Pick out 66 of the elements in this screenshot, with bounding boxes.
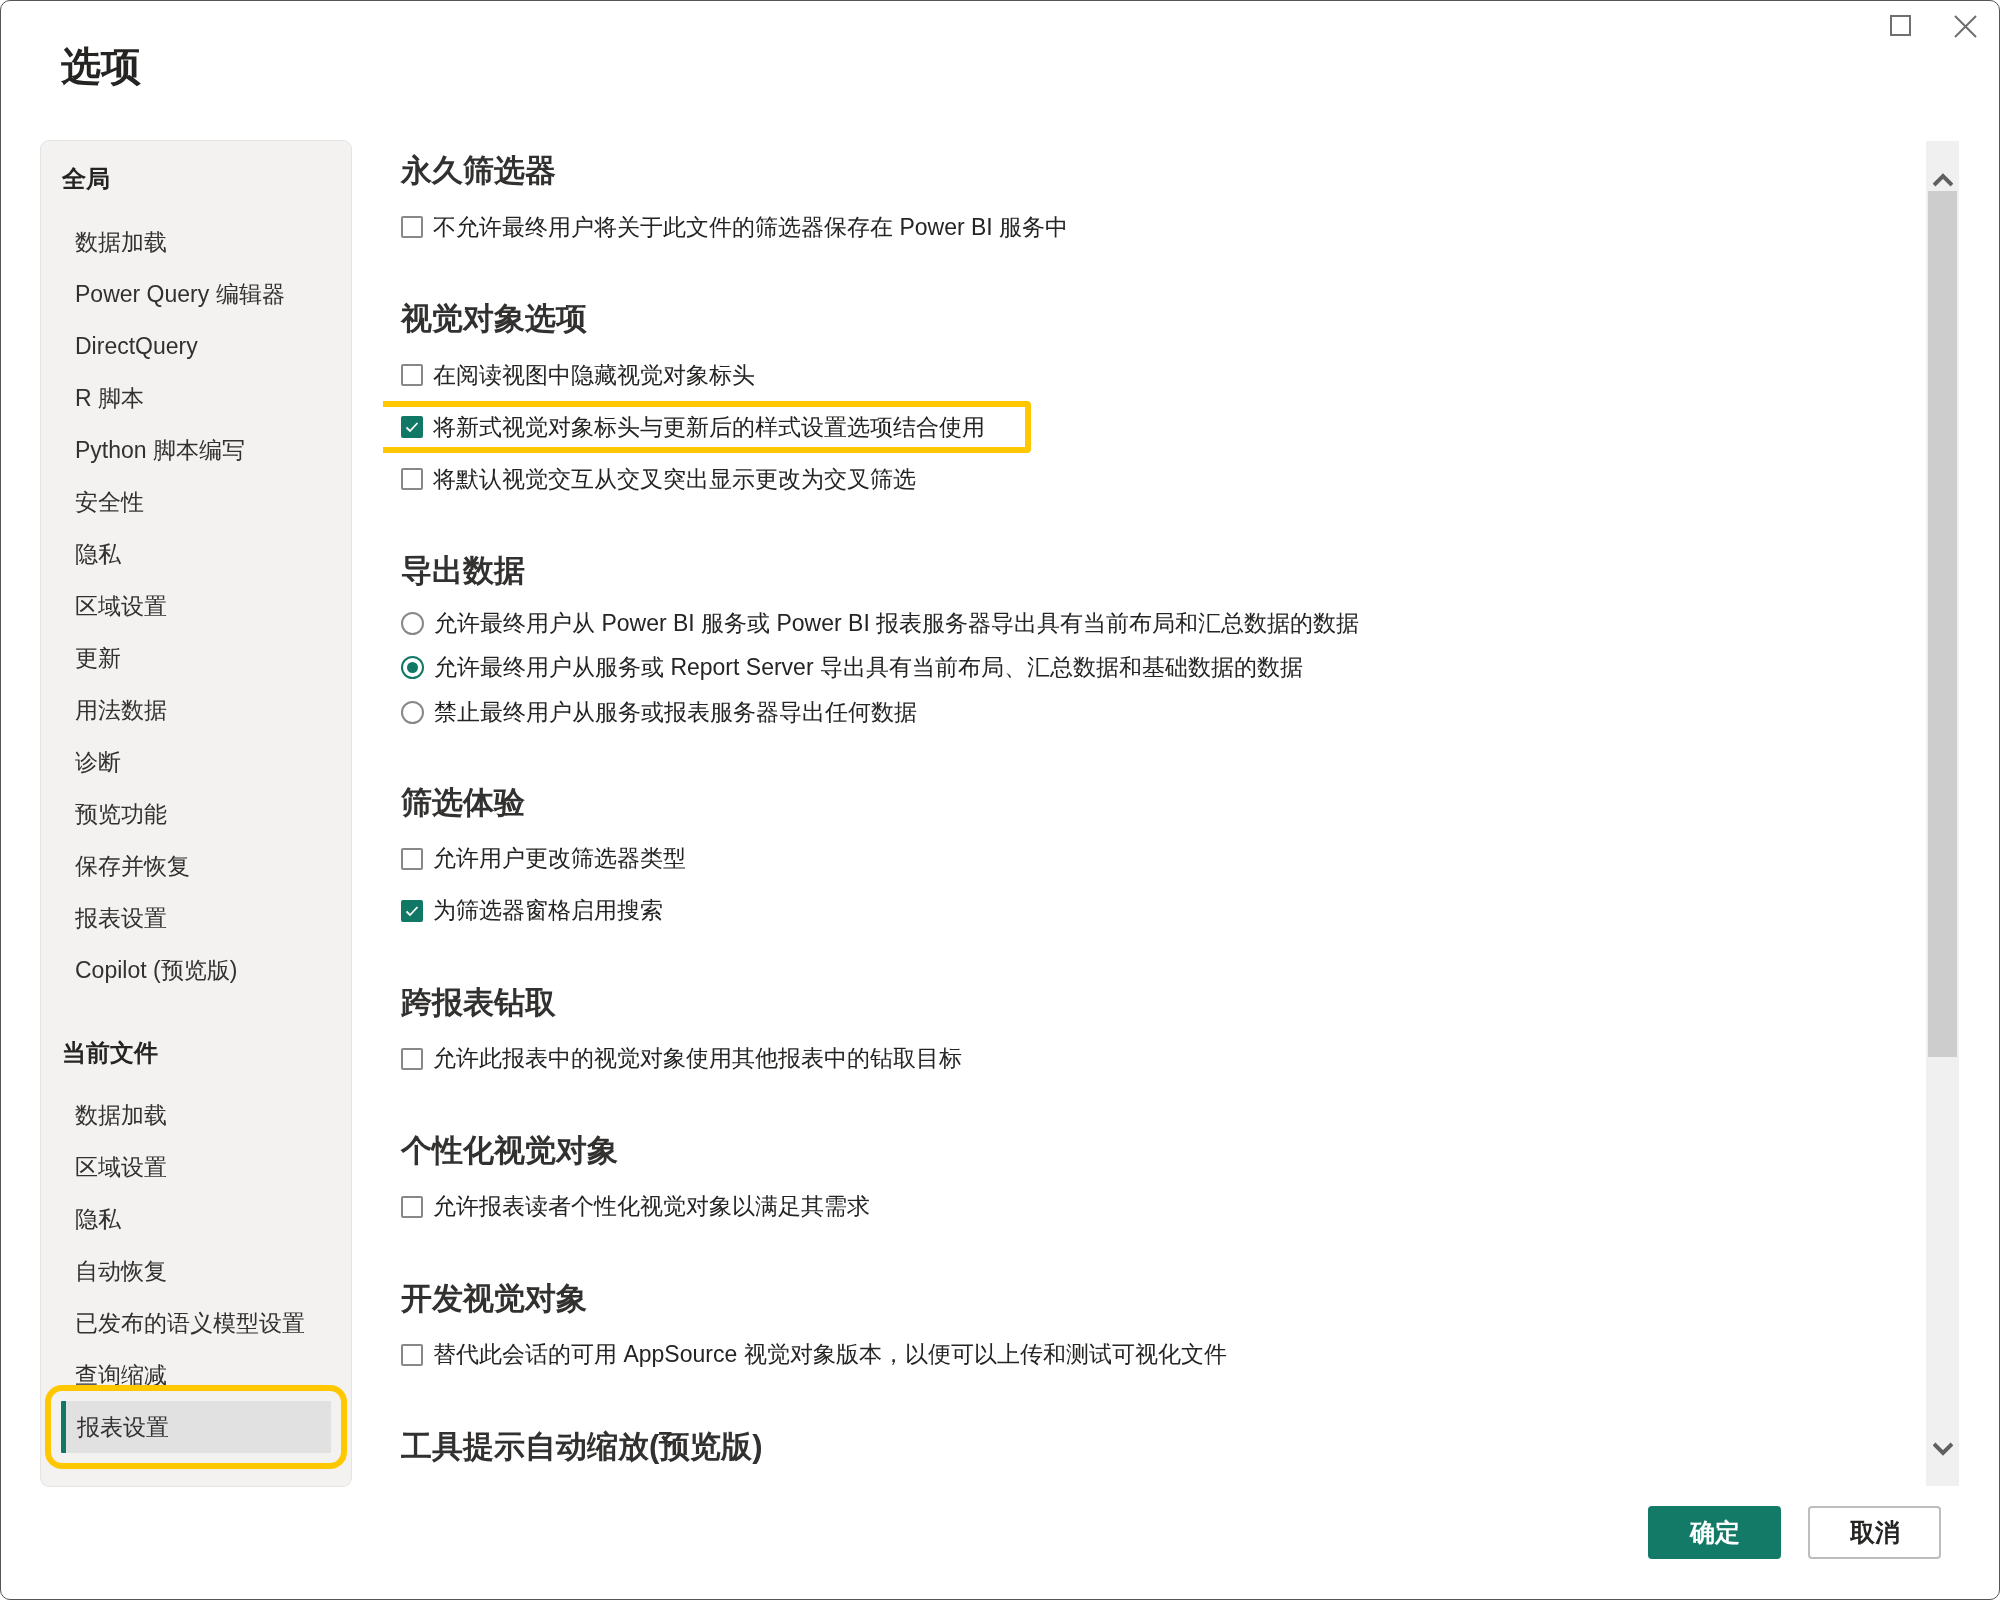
sidebar-item[interactable]: 用法数据 (61, 684, 331, 736)
section-heading: 跨报表钻取 (401, 983, 556, 1022)
sidebar-item[interactable]: 隐私 (61, 528, 331, 580)
sidebar-item[interactable]: DirectQuery (61, 320, 331, 372)
scroll-down-icon[interactable] (1932, 1442, 1953, 1456)
checkbox[interactable] (401, 468, 423, 490)
checkbox[interactable] (401, 216, 423, 238)
cancel-button[interactable]: 取消 (1808, 1506, 1941, 1559)
radio-button[interactable] (401, 656, 424, 680)
ok-button[interactable]: 确定 (1648, 1506, 1781, 1559)
option-label: 允许用户更改筛选器类型 (433, 844, 686, 873)
radio-button[interactable] (401, 611, 424, 635)
sidebar-heading: 全局 (62, 164, 110, 194)
sidebar-heading: 当前文件 (62, 1038, 158, 1068)
section-heading: 工具提示自动缩放(预览版) (401, 1427, 763, 1466)
option-label: 不允许最终用户将关于此文件的筛选器保存在 Power BI 服务中 (433, 212, 1069, 242)
scrollbar-thumb[interactable] (1928, 191, 1957, 1057)
option-label: 替代此会话的可用 AppSource 视觉对象版本，以便可以上传和测试可视化文件 (433, 1340, 1227, 1369)
scroll-up-icon[interactable] (1932, 173, 1953, 187)
section-heading: 个性化视觉对象 (401, 1131, 618, 1170)
section-heading: 筛选体验 (401, 783, 525, 822)
sidebar-item[interactable]: 安全性 (61, 476, 331, 528)
checkbox[interactable] (401, 1195, 423, 1218)
checkbox[interactable] (401, 1343, 423, 1366)
scrollbar[interactable] (1926, 141, 1959, 1486)
checkbox[interactable] (401, 364, 423, 386)
option-label: 将新式视觉对象标头与更新后的样式设置选项结合使用 (433, 412, 985, 442)
sidebar-item[interactable]: 报表设置 (61, 892, 331, 944)
checkbox[interactable] (401, 847, 423, 870)
sidebar-item[interactable]: 更新 (61, 632, 331, 684)
option-label: 在阅读视图中隐藏视觉对象标头 (433, 360, 755, 390)
sidebar-item[interactable]: 数据加载 (61, 1089, 331, 1141)
checkbox[interactable] (401, 1047, 423, 1070)
option-label: 允许最终用户从服务或 Report Server 导出具有当前布局、汇总数据和基础数据的数据 (434, 653, 1303, 683)
option-label: 允许此报表中的视觉对象使用其他报表中的钻取目标 (433, 1044, 962, 1073)
sidebar-item[interactable]: R 脚本 (61, 372, 331, 424)
sidebar-item[interactable]: 已发布的语义模型设置 (61, 1297, 331, 1349)
checkbox[interactable] (401, 416, 423, 438)
option-label: 允许最终用户从 Power BI 服务或 Power BI 报表服务器导出具有当前布局和汇总数据的数据 (434, 608, 1360, 638)
checkmark-icon (405, 904, 419, 917)
checkmark-icon (405, 421, 419, 433)
section-heading: 开发视觉对象 (401, 1279, 587, 1318)
sidebar-item[interactable]: Copilot (预览版) (61, 944, 331, 996)
option-label: 禁止最终用户从服务或报表服务器导出任何数据 (434, 697, 917, 727)
sidebar-item[interactable]: 自动恢复 (61, 1245, 331, 1297)
sidebar-item[interactable]: 区域设置 (61, 580, 331, 632)
sidebar-item[interactable]: Python 脚本编写 (61, 424, 331, 476)
maximize-icon[interactable] (1890, 15, 1912, 37)
window-title: 选项 (61, 43, 141, 90)
sidebar-item[interactable]: 数据加载 (61, 216, 331, 268)
checkbox[interactable] (401, 899, 423, 922)
sidebar-item[interactable]: 查询缩减 (61, 1349, 331, 1401)
option-label: 允许报表读者个性化视觉对象以满足其需求 (433, 1192, 870, 1221)
close-icon[interactable] (1954, 15, 1977, 38)
sidebar-item[interactable]: 区域设置 (61, 1141, 331, 1193)
option-label: 为筛选器窗格启用搜索 (433, 896, 663, 925)
section-heading: 导出数据 (401, 552, 525, 590)
section-heading: 视觉对象选项 (401, 300, 587, 338)
sidebar-item[interactable]: 隐私 (61, 1193, 331, 1245)
sidebar-item[interactable]: 诊断 (61, 736, 331, 788)
option-label: 将默认视觉交互从交叉突出显示更改为交叉筛选 (433, 464, 916, 494)
sidebar-item[interactable]: Power Query 编辑器 (61, 268, 331, 320)
section-heading: 永久筛选器 (401, 152, 556, 190)
sidebar-item[interactable]: 预览功能 (61, 788, 331, 840)
radio-button[interactable] (401, 700, 424, 724)
sidebar-item[interactable]: 保存并恢复 (61, 840, 331, 892)
